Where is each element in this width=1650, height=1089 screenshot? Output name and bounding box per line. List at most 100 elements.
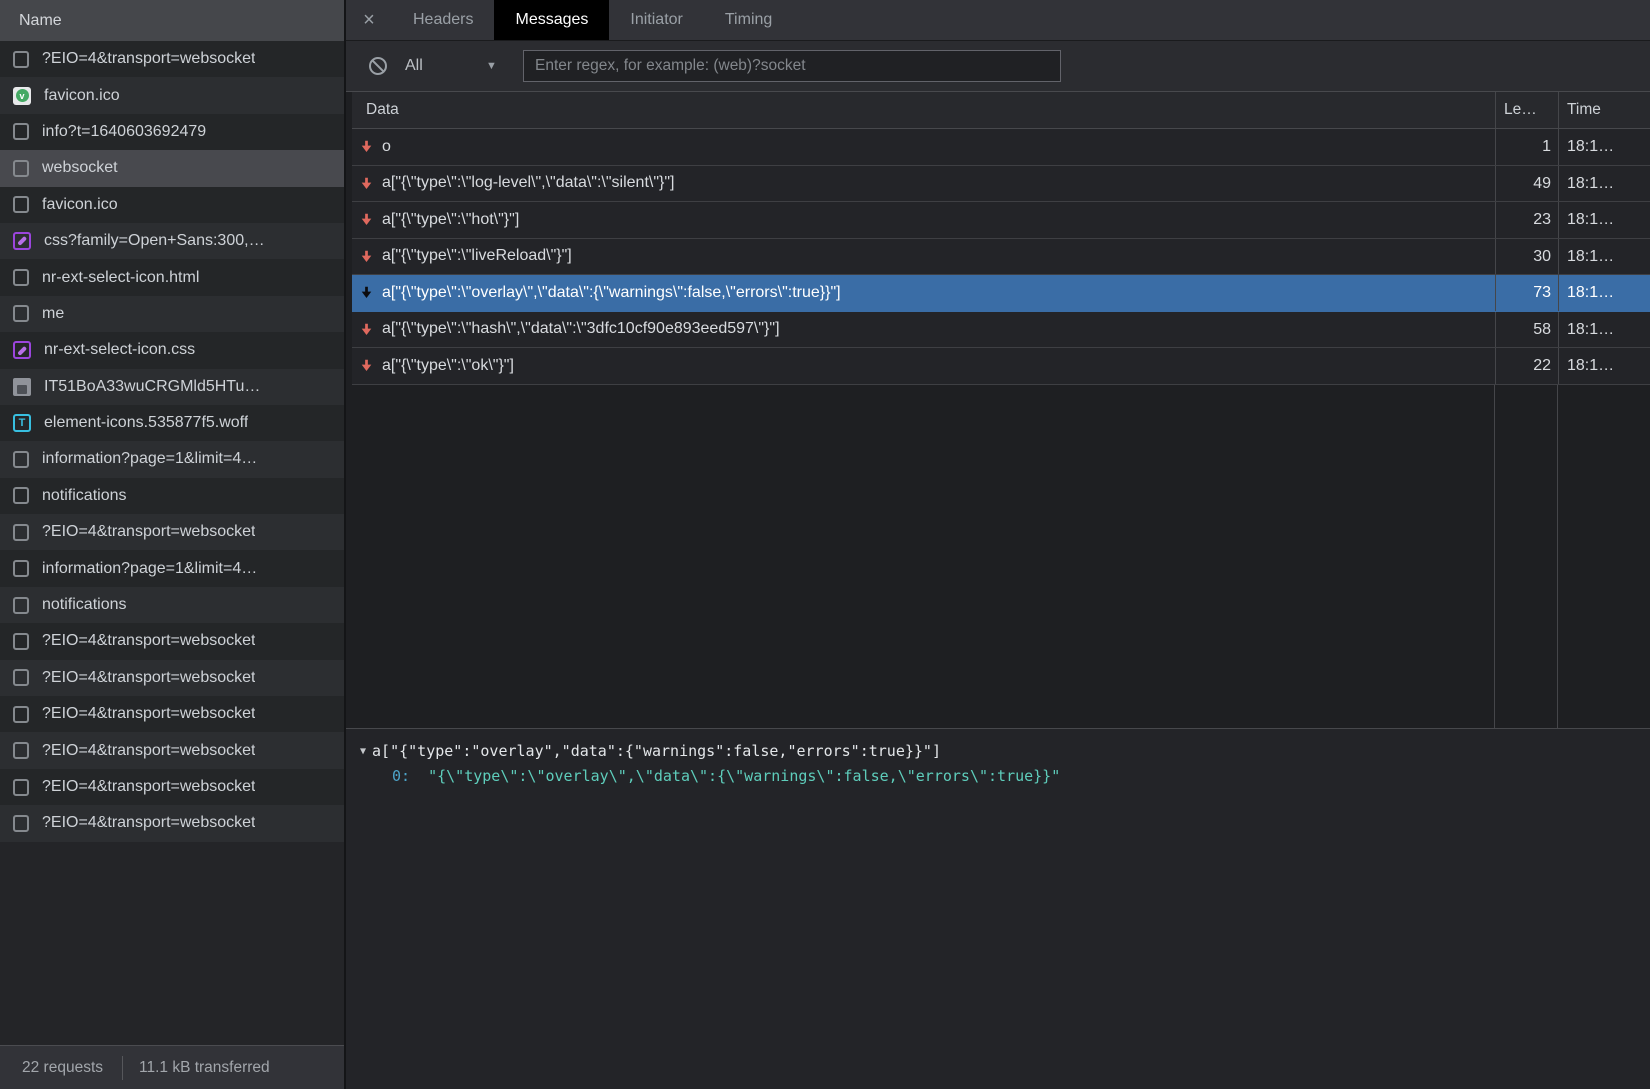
message-data-cell: a["{\"type\":\"ok\"}"] <box>352 348 1495 384</box>
document-icon <box>13 487 29 504</box>
message-time-cell: 18:1… <box>1558 312 1650 348</box>
request-name: element-icons.535877f5.woff <box>44 414 248 432</box>
message-row[interactable]: a["{\"type\":\"liveReload\"}"]3018:1… <box>352 239 1650 276</box>
document-icon <box>13 597 29 614</box>
font-icon <box>13 414 31 432</box>
name-column-header[interactable]: Name <box>0 0 344 41</box>
message-row[interactable]: a["{\"type\":\"hash\",\"data\":\"3dfc10c… <box>352 312 1650 349</box>
message-data-cell: o <box>352 129 1495 165</box>
request-row[interactable]: websocket <box>0 150 344 186</box>
message-length-cell: 1 <box>1495 129 1558 165</box>
receive-arrow-icon <box>359 176 374 191</box>
request-row[interactable]: nr-ext-select-icon.css <box>0 332 344 368</box>
request-detail-pane: × HeadersMessagesInitiatorTiming All ▼ D… <box>346 0 1650 1089</box>
stylesheet-icon <box>13 341 31 359</box>
message-data-cell: a["{\"type\":\"hash\",\"data\":\"3dfc10c… <box>352 312 1495 348</box>
request-name: css?family=Open+Sans:300,… <box>44 232 265 250</box>
request-name: information?page=1&limit=4… <box>42 450 257 468</box>
message-time-cell: 18:1… <box>1558 275 1650 311</box>
document-icon <box>13 815 29 832</box>
request-name: nr-ext-select-icon.css <box>44 341 195 359</box>
message-text: a["{\"type\":\"ok\"}"] <box>382 357 514 375</box>
length-column-header[interactable]: Le… <box>1495 92 1558 128</box>
tab-initiator[interactable]: Initiator <box>609 0 703 40</box>
message-row[interactable]: a["{\"type\":\"log-level\",\"data\":\"si… <box>352 166 1650 203</box>
document-icon <box>13 560 29 577</box>
document-icon <box>13 706 29 723</box>
message-data-cell: a["{\"type\":\"hot\"}"] <box>352 202 1495 238</box>
message-length-cell: 22 <box>1495 348 1558 384</box>
request-row[interactable]: notifications <box>0 478 344 514</box>
request-row[interactable]: information?page=1&limit=4… <box>0 550 344 586</box>
close-icon[interactable]: × <box>346 0 392 40</box>
request-row[interactable]: ?EIO=4&transport=websocket <box>0 623 344 659</box>
filter-type-dropdown[interactable]: All <box>405 41 423 91</box>
request-name: favicon.ico <box>44 87 120 105</box>
request-row[interactable]: notifications <box>0 587 344 623</box>
message-rows: o118:1…a["{\"type\":\"log-level\",\"data… <box>352 129 1650 385</box>
favicon-icon <box>13 87 31 105</box>
request-name: ?EIO=4&transport=websocket <box>42 523 255 541</box>
request-name: IT51BoA33wuCRGMld5HTu… <box>44 378 260 396</box>
request-name: me <box>42 305 64 323</box>
request-rows: ?EIO=4&transport=websocket favicon.ico inf… <box>0 41 344 842</box>
document-icon <box>13 524 29 541</box>
request-name: ?EIO=4&transport=websocket <box>42 632 255 650</box>
request-row[interactable]: ?EIO=4&transport=websocket <box>0 805 344 841</box>
message-row[interactable]: a["{\"type\":\"overlay\",\"data\":{\"war… <box>352 275 1650 312</box>
request-row[interactable]: me <box>0 296 344 332</box>
messages-grid-header: Data Le… Time <box>352 92 1650 129</box>
request-row[interactable]: information?page=1&limit=4… <box>0 441 344 477</box>
document-icon <box>13 451 29 468</box>
preview-entry[interactable]: 0: "{\"type\":\"overlay\",\"data\":{\"wa… <box>392 767 1650 785</box>
document-icon <box>13 123 29 140</box>
request-row[interactable]: info?t=1640603692479 <box>0 114 344 150</box>
request-row[interactable]: IT51BoA33wuCRGMld5HTu… <box>0 369 344 405</box>
document-icon <box>13 779 29 796</box>
request-row[interactable]: ?EIO=4&transport=websocket <box>0 660 344 696</box>
request-row[interactable]: css?family=Open+Sans:300,… <box>0 223 344 259</box>
time-column-header[interactable]: Time <box>1558 92 1650 128</box>
request-list-pane: Name ?EIO=4&transport=websocket favicon.i… <box>0 0 344 1045</box>
message-length-cell: 58 <box>1495 312 1558 348</box>
preview-entry-key: 0: <box>392 767 410 785</box>
request-row[interactable]: ?EIO=4&transport=websocket <box>0 41 344 77</box>
request-row[interactable]: favicon.ico <box>0 187 344 223</box>
stylesheet-icon <box>13 232 31 250</box>
request-name: ?EIO=4&transport=websocket <box>42 669 255 687</box>
document-icon <box>13 269 29 286</box>
transferred-size: 11.1 kB transferred <box>139 1059 270 1077</box>
receive-arrow-icon <box>359 285 374 300</box>
message-text: a["{\"type\":\"hash\",\"data\":\"3dfc10c… <box>382 320 780 338</box>
tab-messages[interactable]: Messages <box>494 0 609 40</box>
request-row[interactable]: ?EIO=4&transport=websocket <box>0 696 344 732</box>
request-row[interactable]: ?EIO=4&transport=websocket <box>0 769 344 805</box>
expander-triangle-icon[interactable]: ▼ <box>360 746 366 757</box>
regex-filter-input[interactable] <box>523 50 1061 82</box>
image-icon <box>13 378 31 396</box>
request-row[interactable]: nr-ext-select-icon.html <box>0 259 344 295</box>
message-row[interactable]: a["{\"type\":\"ok\"}"]2218:1… <box>352 348 1650 385</box>
request-name: ?EIO=4&transport=websocket <box>42 742 255 760</box>
request-row[interactable]: favicon.ico <box>0 77 344 113</box>
preview-root-node[interactable]: ▼ a["{"type":"overlay","data":{"warnings… <box>360 742 1650 760</box>
request-name: notifications <box>42 596 127 614</box>
message-row[interactable]: a["{\"type\":\"hot\"}"]2318:1… <box>352 202 1650 239</box>
request-name: ?EIO=4&transport=websocket <box>42 705 255 723</box>
tab-headers[interactable]: Headers <box>392 0 494 40</box>
request-row[interactable]: ?EIO=4&transport=websocket <box>0 514 344 550</box>
message-row[interactable]: o118:1… <box>352 129 1650 166</box>
request-row[interactable]: ?EIO=4&transport=websocket <box>0 732 344 768</box>
tab-timing[interactable]: Timing <box>704 0 793 40</box>
request-name: ?EIO=4&transport=websocket <box>42 778 255 796</box>
document-icon <box>13 669 29 686</box>
message-text: a["{\"type\":\"overlay\",\"data\":{\"war… <box>382 284 841 302</box>
chevron-down-icon[interactable]: ▼ <box>486 60 497 72</box>
clear-messages-icon[interactable] <box>367 55 389 77</box>
messages-filter-bar: All ▼ <box>346 41 1650 92</box>
data-column-header[interactable]: Data <box>352 92 1495 128</box>
request-row[interactable]: element-icons.535877f5.woff <box>0 405 344 441</box>
receive-arrow-icon <box>359 249 374 264</box>
message-time-cell: 18:1… <box>1558 129 1650 165</box>
request-name: websocket <box>42 159 118 177</box>
